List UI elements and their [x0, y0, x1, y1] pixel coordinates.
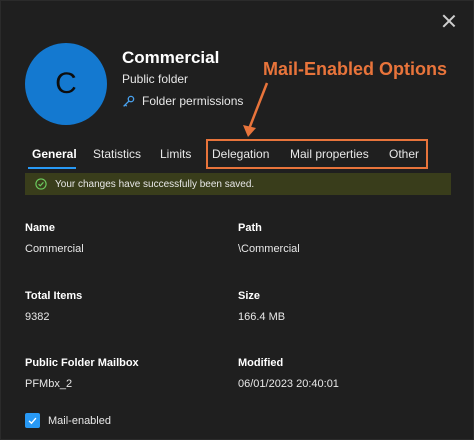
mailbox-label: Public Folder Mailbox	[25, 357, 139, 369]
path-label: Path	[238, 222, 262, 234]
annotation-arrow	[243, 82, 269, 137]
name-label: Name	[25, 222, 55, 234]
checkmark-icon	[28, 417, 37, 425]
modified-value: 06/01/2023 20:40:01	[238, 378, 339, 390]
avatar: C	[25, 43, 107, 125]
folder-title: Commercial	[122, 48, 220, 67]
annotation-label: Mail-Enabled Options	[263, 59, 448, 79]
path-value: \Commercial	[238, 243, 300, 255]
folder-permissions-label: Folder permissions	[142, 94, 244, 108]
tab-statistics[interactable]: Statistics	[93, 147, 141, 161]
tab-general[interactable]: General	[32, 147, 77, 161]
check-circle-icon	[35, 178, 47, 190]
mail-enabled-row: Mail-enabled	[25, 413, 111, 428]
modified-label: Modified	[238, 357, 284, 369]
mailbox-value: PFMbx_2	[25, 378, 73, 390]
success-message: Your changes have successfully been save…	[55, 178, 255, 190]
total-items-label: Total Items	[25, 290, 83, 302]
total-items-value: 9382	[25, 311, 50, 323]
folder-permissions-link[interactable]: Folder permissions	[122, 94, 243, 108]
mail-enabled-label: Mail-enabled	[48, 414, 111, 427]
name-value: Commercial	[25, 243, 84, 255]
size-value: 166.4 MB	[238, 311, 286, 323]
public-folder-details-panel: C Commercial Public folder Folder permis…	[0, 0, 474, 440]
folder-subtitle: Public folder	[122, 72, 189, 86]
mail-enabled-options-highlight	[206, 139, 428, 169]
active-tab-indicator	[28, 167, 76, 169]
size-label: Size	[238, 290, 261, 302]
avatar-letter: C	[55, 67, 77, 100]
close-icon[interactable]	[441, 13, 457, 29]
mail-enabled-checkbox[interactable]	[25, 413, 40, 428]
tab-limits[interactable]: Limits	[160, 147, 191, 161]
key-icon	[123, 95, 135, 107]
success-notification: Your changes have successfully been save…	[25, 173, 451, 195]
